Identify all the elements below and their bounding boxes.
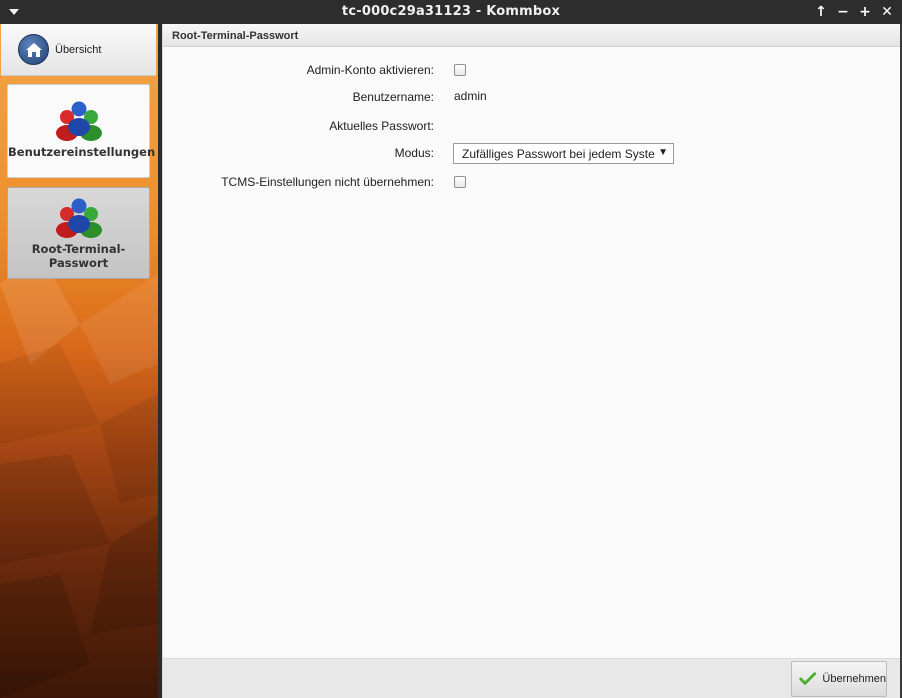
home-icon [18, 34, 49, 65]
sidebar-item-root-terminal-password[interactable]: Root-Terminal-Passwort [7, 187, 150, 279]
apply-button[interactable]: Übernehmen [791, 661, 887, 697]
form-row-admin-enable: Admin-Konto aktivieren: [163, 60, 901, 80]
form-row-tcms: TCMS-Einstellungen nicht übernehmen: [163, 172, 901, 192]
sidebar-item-user-settings[interactable]: Benutzereinstellungen [7, 84, 156, 178]
maximize-icon[interactable]: + [856, 2, 874, 22]
checkmark-icon [799, 672, 817, 685]
overview-label: Übersicht [55, 43, 102, 56]
chevron-down-icon: ▼ [658, 147, 668, 158]
current-password-label: Aktuelles Passwort: [329, 119, 434, 133]
sidebar-item-label: Benutzereinstellungen [8, 145, 156, 159]
sidebar: Übersicht Benutzereinstellungen Root-Ter… [0, 24, 158, 698]
form-row-username: Benutzername: admin [163, 87, 901, 107]
users-icon [8, 196, 149, 242]
form-row-mode: Modus: Zufälliges Passwort bei jedem Sys… [163, 143, 901, 164]
apply-label: Übernehmen [822, 673, 886, 685]
close-icon[interactable]: ✕ [878, 2, 896, 22]
main-panel: Root-Terminal-Passwort Admin-Konto aktiv… [162, 24, 901, 698]
window-controls: ↑ − + ✕ [812, 2, 896, 22]
keep-above-icon[interactable]: ↑ [812, 2, 830, 22]
title-bar: tc-000c29a31123 - Kommbox ↑ − + ✕ [0, 0, 902, 24]
mode-select-value: Zufälliges Passwort bei jedem Syste [462, 147, 655, 161]
tcms-checkbox[interactable] [454, 176, 466, 188]
username-value: admin [454, 89, 487, 103]
minimize-icon[interactable]: − [834, 2, 852, 22]
mode-select[interactable]: Zufälliges Passwort bei jedem Syste ▼ [453, 143, 674, 164]
overview-button[interactable]: Übersicht [1, 24, 156, 76]
admin-enable-checkbox[interactable] [454, 64, 466, 76]
admin-enable-label: Admin-Konto aktivieren: [306, 63, 434, 77]
username-label: Benutzername: [352, 90, 434, 104]
window-title: tc-000c29a31123 - Kommbox [341, 4, 561, 19]
form-row-current-password: Aktuelles Passwort: [163, 116, 901, 136]
page-title: Root-Terminal-Passwort [163, 24, 900, 47]
tcms-label: TCMS-Einstellungen nicht übernehmen: [221, 175, 434, 189]
sidebar-item-label: Root-Terminal-Passwort [31, 242, 126, 270]
users-icon [8, 99, 149, 145]
footer-bar: Übernehmen [163, 658, 901, 698]
mode-label: Modus: [394, 146, 434, 160]
